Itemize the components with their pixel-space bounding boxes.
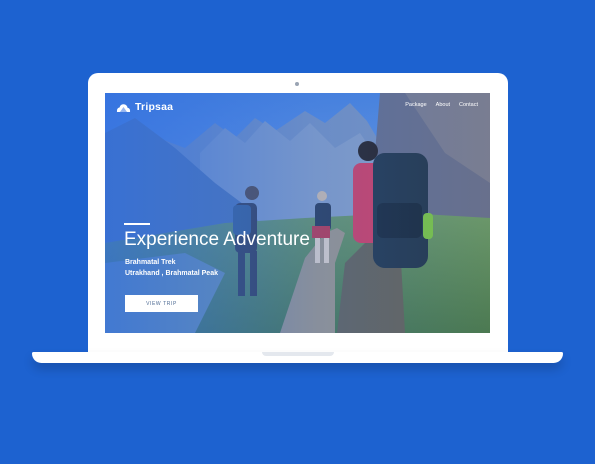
hero-subtitle-location: Utrakhand , Brahmatal Peak xyxy=(125,270,218,277)
hero-title: Experience Adventure xyxy=(124,229,310,250)
nav-item-about[interactable]: About xyxy=(436,102,450,108)
title-accent-line xyxy=(124,223,150,225)
hero-subtitle-trek: Brahmatal Trek xyxy=(125,259,176,266)
nav-item-package[interactable]: Package xyxy=(405,102,426,108)
laptop-screen: Tripsaa Package About Contact Experience… xyxy=(105,93,490,333)
mountain-cloud-icon xyxy=(116,103,131,112)
laptop-base-notch xyxy=(262,352,334,356)
brand-name: Tripsaa xyxy=(135,101,174,113)
laptop-base xyxy=(32,352,563,363)
top-nav: Package About Contact xyxy=(405,102,478,108)
brand-logo[interactable]: Tripsaa xyxy=(116,101,173,113)
camera-dot xyxy=(295,82,299,86)
nav-item-contact[interactable]: Contact xyxy=(459,102,478,108)
view-trip-button[interactable]: VIEW TRIP xyxy=(125,295,198,312)
